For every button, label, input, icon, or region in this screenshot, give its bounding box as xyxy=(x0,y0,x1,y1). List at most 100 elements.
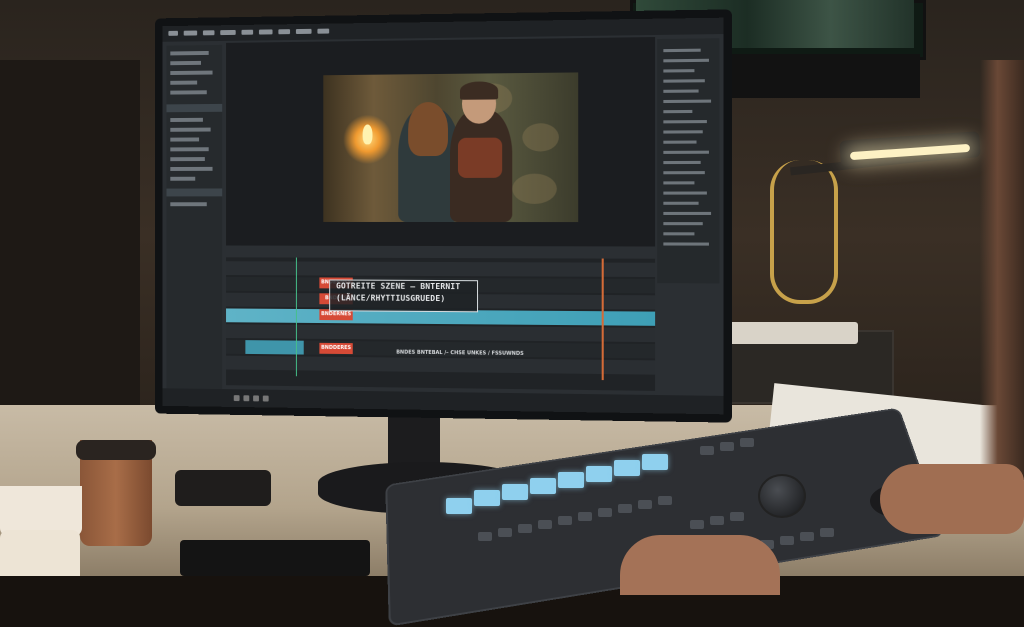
video-frame xyxy=(323,72,578,222)
effect-item[interactable] xyxy=(663,69,694,72)
effect-item[interactable] xyxy=(663,89,698,92)
coffee-cup-lid xyxy=(76,440,156,460)
project-item[interactable] xyxy=(170,90,206,94)
menu-item[interactable] xyxy=(220,30,235,35)
control-key[interactable] xyxy=(720,442,734,451)
project-item[interactable] xyxy=(170,118,203,122)
control-key[interactable] xyxy=(538,520,552,529)
selected-project-item[interactable] xyxy=(166,104,222,112)
control-key[interactable] xyxy=(730,512,744,521)
jog-wheel[interactable] xyxy=(758,474,806,518)
control-pad[interactable] xyxy=(474,490,500,506)
effects-panel xyxy=(657,38,719,283)
control-pad[interactable] xyxy=(446,498,472,514)
menu-item[interactable] xyxy=(317,29,329,34)
woman-hair xyxy=(408,102,448,156)
effect-item[interactable] xyxy=(663,181,694,184)
control-key[interactable] xyxy=(740,438,754,447)
menu-item[interactable] xyxy=(168,31,178,36)
menu-item[interactable] xyxy=(242,30,254,35)
effect-item[interactable] xyxy=(663,212,711,215)
record-icon[interactable] xyxy=(253,395,259,401)
effect-item[interactable] xyxy=(663,232,694,235)
paper-cup xyxy=(0,486,82,536)
control-key[interactable] xyxy=(618,504,632,513)
control-key[interactable] xyxy=(638,500,652,509)
effect-item[interactable] xyxy=(663,120,707,123)
control-pad[interactable] xyxy=(614,460,640,476)
control-key[interactable] xyxy=(518,524,532,533)
project-item[interactable] xyxy=(170,61,201,65)
menu-item[interactable] xyxy=(278,29,290,34)
man-hair xyxy=(460,81,498,99)
effect-item[interactable] xyxy=(663,59,709,63)
control-key[interactable] xyxy=(558,516,572,525)
effect-item[interactable] xyxy=(663,222,702,225)
project-item[interactable] xyxy=(170,137,199,141)
project-item[interactable] xyxy=(170,51,208,55)
menu-item[interactable] xyxy=(296,29,312,34)
effect-item[interactable] xyxy=(663,79,704,82)
right-hand xyxy=(880,464,1024,534)
effect-item[interactable] xyxy=(663,130,702,133)
control-pad[interactable] xyxy=(642,454,668,470)
effect-item[interactable] xyxy=(663,110,692,113)
control-key[interactable] xyxy=(820,528,834,537)
project-item[interactable] xyxy=(170,177,195,181)
stone xyxy=(512,174,557,204)
control-key[interactable] xyxy=(710,516,724,525)
timeline-panel[interactable]: BNDERNES BNDFES BNDERNES BNDDERES xyxy=(226,247,655,390)
title-line-2: (LÄNCE/RHYTTIUSGRUEDE) xyxy=(330,292,477,305)
effect-item[interactable] xyxy=(663,191,707,194)
effect-item[interactable] xyxy=(663,141,696,144)
control-key[interactable] xyxy=(690,520,704,529)
control-key[interactable] xyxy=(780,536,794,545)
control-key[interactable] xyxy=(598,508,612,517)
control-key[interactable] xyxy=(478,532,492,541)
title-overlay[interactable]: GOTREITE SZENE – BNTERNIT (LÄNCE/RHYTTIU… xyxy=(329,279,478,312)
playhead[interactable] xyxy=(602,259,604,381)
control-key[interactable] xyxy=(578,512,592,521)
play-icon[interactable] xyxy=(234,395,240,401)
leather-armor xyxy=(458,138,502,178)
control-pad[interactable] xyxy=(502,484,528,500)
effect-item[interactable] xyxy=(663,161,700,164)
project-item[interactable] xyxy=(170,157,205,161)
timeline-ruler[interactable] xyxy=(226,247,655,258)
control-key[interactable] xyxy=(658,496,672,505)
project-item[interactable] xyxy=(170,128,210,132)
paper-cup-front xyxy=(0,530,80,576)
control-key[interactable] xyxy=(700,446,714,455)
menu-item[interactable] xyxy=(259,29,273,34)
timeline-track[interactable] xyxy=(226,324,655,342)
effect-item[interactable] xyxy=(663,242,709,245)
menu-item[interactable] xyxy=(203,30,215,35)
timeline-clip[interactable]: BNDDERES xyxy=(319,343,352,354)
effect-item[interactable] xyxy=(663,49,700,53)
control-key[interactable] xyxy=(498,528,512,537)
project-item[interactable] xyxy=(170,147,208,151)
loop-icon[interactable] xyxy=(263,396,269,402)
background-display xyxy=(720,54,920,98)
project-item[interactable] xyxy=(170,202,206,206)
effect-item[interactable] xyxy=(663,100,711,103)
project-item[interactable] xyxy=(170,71,212,75)
control-pad[interactable] xyxy=(558,472,584,488)
menu-item[interactable] xyxy=(184,31,197,36)
timeline-track[interactable] xyxy=(226,356,655,375)
editing-software-screen: BNDERNES BNDFES BNDERNES BNDDERES GOTREI… xyxy=(163,18,724,415)
project-item[interactable] xyxy=(170,81,197,85)
stop-icon[interactable] xyxy=(243,395,249,401)
effect-item[interactable] xyxy=(663,171,704,174)
project-item[interactable] xyxy=(170,167,212,171)
timeline-track[interactable] xyxy=(226,261,655,277)
control-pad[interactable] xyxy=(586,466,612,482)
in-marker[interactable] xyxy=(296,258,297,377)
control-pad[interactable] xyxy=(530,478,556,494)
effect-item[interactable] xyxy=(663,202,698,205)
effect-item[interactable] xyxy=(663,151,709,154)
project-panel xyxy=(166,45,222,397)
selected-project-item[interactable] xyxy=(166,188,222,196)
control-key[interactable] xyxy=(800,532,814,541)
dark-wall-panel xyxy=(0,60,140,440)
